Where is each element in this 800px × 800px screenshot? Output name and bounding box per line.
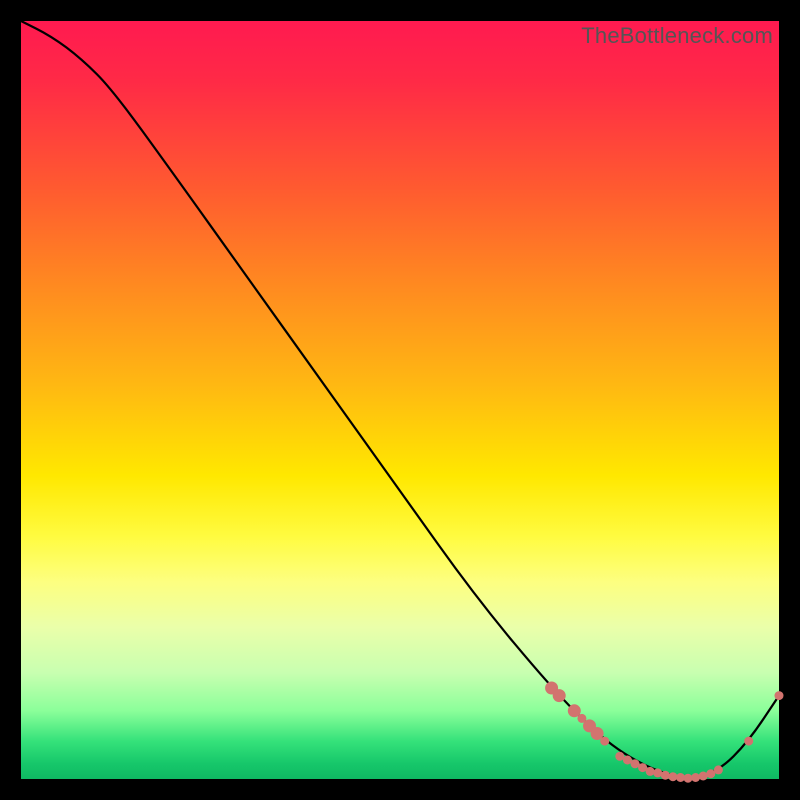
data-point [714,765,723,774]
curve-line [21,21,779,777]
data-point [775,691,784,700]
plot-area: TheBottleneck.com [21,21,779,779]
data-point [744,737,753,746]
data-point [668,772,677,781]
marker-layer [545,682,783,783]
data-point [684,774,693,783]
data-point [691,773,700,782]
data-point [661,771,670,780]
chart-svg [21,21,779,779]
chart-frame: TheBottleneck.com [0,0,800,800]
data-point [600,737,609,746]
data-point [699,772,708,781]
data-point [653,768,662,777]
data-point [553,689,566,702]
data-point [646,767,655,776]
